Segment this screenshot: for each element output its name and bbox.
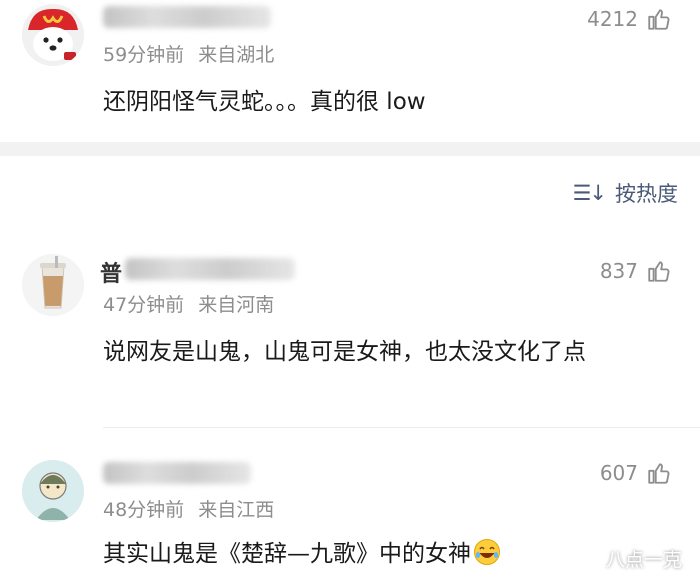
username-blurred[interactable] — [103, 6, 271, 28]
like-count: 837 — [599, 259, 638, 283]
comment-text: 说网友是山鬼，山鬼可是女神，也太没文化了点 — [103, 339, 586, 365]
like-count: 4212 — [587, 7, 638, 31]
comment-item: 48分钟前 来自江西 607 其实山鬼是《楚辞—九歌》中的女神 — [0, 440, 700, 580]
dog-avatar-icon — [22, 4, 84, 66]
comment-location: 来自河南 — [198, 294, 275, 316]
comment-meta: 59分钟前 来自湖北 — [103, 40, 274, 67]
comment-text: 还阴阳怪气灵蛇。。。真的很 low — [103, 89, 426, 115]
comment-location: 来自江西 — [198, 499, 275, 521]
sort-icon: ☰↓ — [572, 181, 607, 205]
username-blurred[interactable] — [125, 258, 295, 280]
comment-item: 59分钟前 来自湖北 4212 还阴阳怪气灵蛇。。。真的很 low — [0, 0, 700, 142]
comment-text: 其实山鬼是《楚辞—九歌》中的女神 — [103, 541, 471, 567]
watermark: 八点一克 — [605, 549, 682, 571]
comment-item: 普 47分钟前 来自河南 837 说网友是山鬼，山鬼可是女神，也太没文化了点 — [0, 236, 700, 426]
like-button[interactable]: 607 — [600, 460, 672, 486]
laughing-emoji-icon — [474, 539, 500, 565]
thumbs-up-icon — [648, 261, 670, 282]
sort-control[interactable]: ☰↓ 按热度 — [573, 178, 678, 208]
milk-tea-avatar-icon — [22, 254, 84, 316]
section-divider — [0, 142, 700, 156]
comment-text-wrap: 其实山鬼是《楚辞—九歌》中的女神 — [103, 536, 660, 572]
thumbs-up-icon — [648, 463, 670, 484]
comment-time: 48分钟前 — [103, 499, 185, 521]
comment-location: 来自湖北 — [198, 44, 275, 66]
avatar[interactable] — [22, 254, 84, 316]
like-button[interactable]: 837 — [600, 258, 672, 284]
like-count: 607 — [599, 461, 638, 485]
username-blurred[interactable] — [103, 462, 251, 484]
comment-time: 59分钟前 — [103, 44, 185, 66]
avatar[interactable] — [22, 4, 84, 66]
thumbs-up-icon — [648, 9, 670, 30]
illustration-avatar-icon — [22, 460, 84, 522]
comment-meta: 47分钟前 来自河南 — [103, 290, 274, 317]
comment-divider — [103, 427, 700, 428]
avatar[interactable] — [22, 460, 84, 522]
comment-meta: 48分钟前 来自江西 — [103, 495, 274, 522]
sort-label: 按热度 — [615, 182, 678, 206]
comment-time: 47分钟前 — [103, 294, 185, 316]
like-button[interactable]: 4212 — [587, 6, 672, 32]
username-first-char[interactable]: 普 — [100, 256, 122, 288]
